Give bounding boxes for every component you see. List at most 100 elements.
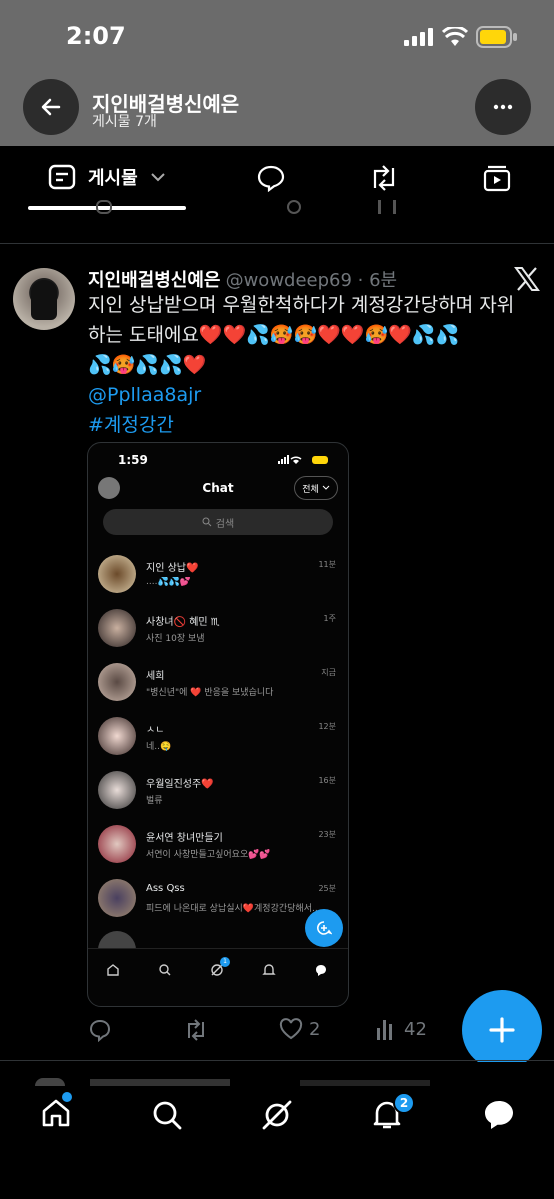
embedded-filter: 전체	[294, 476, 338, 500]
views-bars-icon	[377, 1020, 392, 1040]
chat-avatar	[98, 717, 136, 755]
home-new-dot	[62, 1092, 72, 1102]
chat-message: "병신년"에 ❤️ 반응을 보냈습니다	[146, 688, 274, 698]
chat-row: 윤서연 창녀만들기 서연이 사창만들고싶어요오💕💕 23분	[88, 823, 348, 877]
views-icon	[378, 200, 396, 214]
status-time: 2:07	[66, 22, 126, 50]
tab-reposts[interactable]	[367, 164, 401, 192]
embedded-filter-label: 전체	[302, 484, 319, 495]
chat-name: Ass Qss	[146, 883, 185, 894]
reply-icon	[89, 1019, 111, 1042]
nav-notifications[interactable]: 2	[371, 1092, 415, 1131]
tweet-media-image[interactable]: 1:59 Chat 전체 검색 지인 상납❤️ ....💦💦💕 11분 사창녀🚫…	[87, 442, 349, 1007]
chat-row: 우월일진성주❤️ 벌류 16분	[88, 769, 348, 823]
chat-name: 윤서연 창녀만들기	[146, 833, 223, 844]
chat-avatar	[98, 879, 136, 917]
search-icon	[202, 517, 212, 527]
divider	[0, 1060, 554, 1061]
chat-time: 16분	[318, 776, 336, 785]
search-icon	[153, 1101, 182, 1130]
nav-messages[interactable]	[482, 1098, 516, 1132]
mention-link[interactable]: @Ppllaa8ajr	[88, 380, 538, 410]
embedded-notif-badge: 1	[220, 957, 230, 967]
search-icon	[159, 964, 171, 976]
tab-media[interactable]	[482, 163, 512, 193]
repost-icon	[373, 165, 395, 191]
chevron-down-icon	[150, 173, 165, 182]
like-count: 2	[309, 1018, 321, 1040]
wifi-icon	[442, 27, 468, 47]
embedded-search-placeholder: 검색	[215, 518, 235, 530]
chat-avatar	[98, 609, 136, 647]
reply-bubble-icon	[257, 165, 285, 192]
previous-post-actions	[0, 200, 554, 244]
chat-time: 12분	[318, 722, 336, 731]
chat-time: 1주	[323, 614, 336, 623]
embedded-bottom-nav: 1	[88, 948, 348, 988]
top-bar: 2:07 지인배걸병신예은 게시물 7개	[0, 0, 554, 146]
like-icon	[287, 200, 301, 214]
views-button[interactable]: 42	[376, 1018, 427, 1040]
tab-posts-label: 게시물	[88, 168, 138, 189]
handle-and-time: @wowdeep69 · 6분	[225, 270, 398, 291]
heart-icon	[279, 1018, 303, 1040]
repost-icon	[188, 1019, 204, 1041]
tweet-body: 지인 상납받으며 우월한척하다가 계정강간당하며 자위 하는 도태에요❤️❤️💦…	[88, 290, 538, 440]
chat-avatar	[98, 663, 136, 701]
repost-button[interactable]	[183, 1018, 209, 1042]
reply-icon	[96, 200, 112, 214]
notification-badge: 2	[393, 1092, 415, 1114]
messages-icon	[316, 965, 326, 976]
view-count: 42	[404, 1018, 427, 1040]
bell-icon	[262, 964, 276, 975]
compose-button[interactable]	[462, 990, 542, 1070]
home-icon	[107, 964, 119, 976]
embedded-time: 1:59	[118, 453, 148, 467]
chat-message: 서연이 사창만들고싶어요오💕💕	[146, 850, 271, 860]
chat-name: 지인 상납❤️	[146, 563, 199, 574]
chat-name: 사창녀🚫 혜민 ♏	[146, 617, 220, 628]
chat-name: 세희	[146, 671, 165, 682]
messages-icon	[485, 1101, 513, 1129]
tab-replies[interactable]	[256, 164, 286, 192]
chat-time: 25분	[318, 884, 336, 893]
chevron-down-icon	[322, 485, 330, 490]
avatar[interactable]	[13, 268, 75, 330]
chat-row: 사창녀🚫 혜민 ♏ 사진 10장 보냄 1주	[88, 607, 348, 661]
more-button[interactable]	[475, 79, 531, 135]
tab-posts[interactable]: 게시물	[48, 164, 166, 190]
tweet-text-line3: 💦🥵💦💦❤️	[88, 354, 207, 376]
arrow-left-icon	[41, 98, 61, 116]
chat-avatar	[98, 825, 136, 863]
chat-message: ....💦💦💕	[146, 577, 192, 587]
embedded-compose-button	[305, 909, 343, 947]
back-button[interactable]	[23, 79, 79, 135]
x-logo-icon	[514, 266, 540, 292]
grok-icon	[262, 1100, 292, 1130]
chat-name: ㅅㄴ	[146, 725, 165, 736]
tweet-text-line2: 하는 도태에요❤️❤️💦🥵🥵❤️❤️🥵❤️💦💦	[88, 324, 460, 346]
chat-row: 지인 상납❤️ ....💦💦💕 11분	[88, 553, 348, 607]
embedded-search: 검색	[103, 509, 333, 535]
plus-icon	[489, 1017, 515, 1043]
nav-home[interactable]	[40, 1092, 72, 1129]
next-post-peek	[0, 1072, 554, 1086]
new-message-icon	[317, 921, 332, 935]
display-name[interactable]: 지인배걸병신예은	[88, 270, 220, 291]
like-button[interactable]: 2	[279, 1018, 320, 1040]
tweet-text-line1: 지인 상납받으며 우월한척하다가 계정강간당하며 자위	[88, 294, 515, 316]
chat-avatar	[98, 555, 136, 593]
cellular-icon	[404, 28, 434, 46]
chat-name: 우월일진성주❤️	[146, 779, 214, 790]
chat-time: 지금	[321, 668, 336, 677]
battery-icon	[476, 26, 518, 48]
hashtag-link[interactable]: #계정강간	[88, 410, 538, 440]
chat-row: ㅅㄴ 네..🤤 12분	[88, 715, 348, 769]
reply-button[interactable]	[88, 1018, 112, 1042]
more-dots-icon	[493, 104, 513, 110]
chat-time: 11분	[318, 560, 336, 569]
nav-search[interactable]	[151, 1099, 183, 1131]
chat-time: 23분	[318, 830, 336, 839]
bottom-nav: 2	[0, 1062, 554, 1199]
nav-grok[interactable]	[261, 1099, 293, 1131]
